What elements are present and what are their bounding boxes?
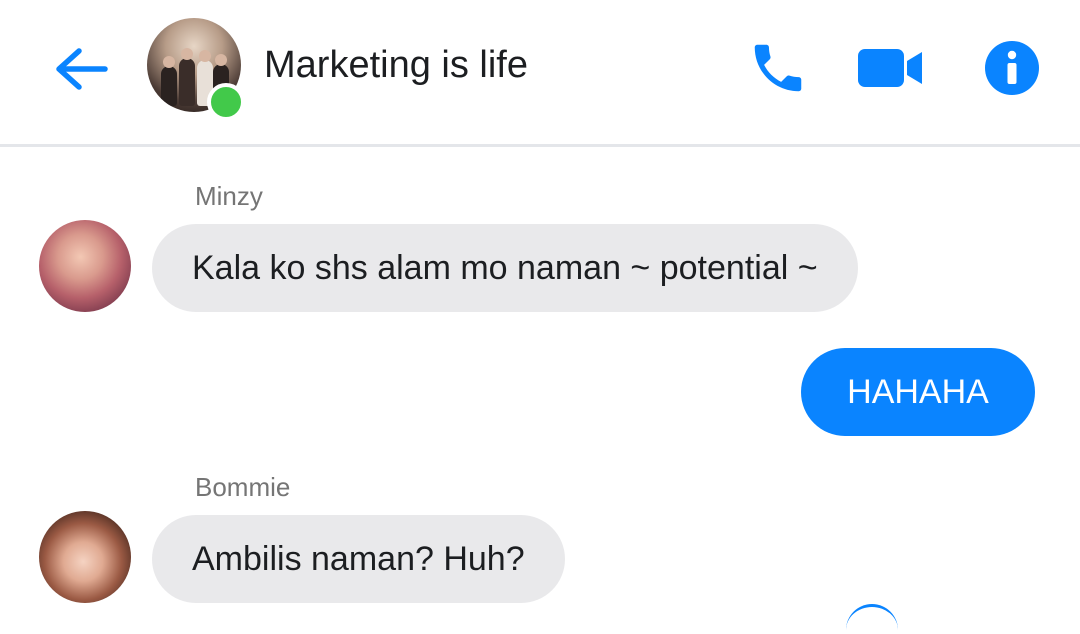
- sender-avatar[interactable]: [39, 511, 131, 603]
- back-button[interactable]: [48, 36, 114, 102]
- voice-call-button[interactable]: [744, 34, 812, 102]
- conversation-title[interactable]: Marketing is life: [264, 44, 528, 87]
- seen-receipt-avatar: [846, 604, 898, 634]
- video-camera-icon: [858, 49, 922, 87]
- conversation-header: Marketing is life: [0, 0, 1080, 147]
- info-icon: [985, 41, 1039, 95]
- video-call-button[interactable]: [854, 34, 926, 102]
- message-bubble[interactable]: HAHAHA: [801, 348, 1035, 436]
- message-bubble[interactable]: Kala ko shs alam mo naman ~ potential ~: [152, 224, 858, 312]
- conversation-info-button[interactable]: [978, 34, 1046, 102]
- message-bubble[interactable]: Ambilis naman? Huh?: [152, 515, 565, 603]
- sender-name: Bommie: [195, 472, 291, 502]
- phone-icon: [754, 44, 802, 92]
- arrow-left-icon: [56, 48, 108, 90]
- online-status-indicator: [207, 83, 245, 121]
- sender-avatar[interactable]: [39, 220, 131, 312]
- sender-name: Minzy: [195, 181, 263, 211]
